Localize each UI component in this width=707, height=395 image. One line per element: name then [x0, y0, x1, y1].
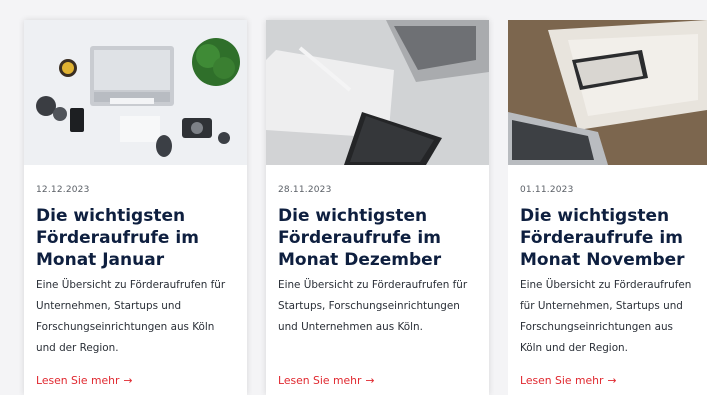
card-title[interactable]: Die wichtigsten Förderaufrufe im Monat N… — [520, 205, 695, 271]
card-date: 28.11.2023 — [278, 185, 332, 195]
news-card-list: 12.12.2023 Die wichtigsten Förderaufrufe… — [0, 0, 707, 395]
news-card[interactable]: 01.11.2023 Die wichtigsten Förderaufrufe… — [508, 20, 707, 395]
card-date: 01.11.2023 — [520, 185, 574, 195]
read-more-link[interactable]: Lesen Sie mehr → — [36, 374, 132, 387]
read-more-link[interactable]: Lesen Sie mehr → — [278, 374, 374, 387]
laptop-desk-image[interactable] — [24, 20, 247, 165]
card-excerpt: Eine Übersicht zu Förderaufrufen für Sta… — [278, 279, 468, 333]
read-more-label: Lesen Sie mehr — [520, 374, 604, 387]
card-excerpt: Eine Übersicht zu Förderaufrufen für Unt… — [36, 279, 226, 354]
news-card[interactable]: 28.11.2023 Die wichtigsten Förderaufrufe… — [266, 20, 489, 395]
laptop-desk-photo-icon — [24, 20, 247, 165]
news-card[interactable]: 12.12.2023 Die wichtigsten Förderaufrufe… — [24, 20, 247, 395]
card-title[interactable]: Die wichtigsten Förderaufrufe im Monat J… — [36, 205, 235, 271]
notebook-phone-image[interactable] — [266, 20, 489, 165]
arrow-right-icon: → — [123, 374, 133, 387]
card-excerpt: Eine Übersicht zu Förderaufrufen für Unt… — [520, 279, 692, 354]
read-more-label: Lesen Sie mehr — [278, 374, 362, 387]
read-more-link[interactable]: Lesen Sie mehr → — [520, 374, 616, 387]
arrow-right-icon: → — [365, 374, 375, 387]
notebook-phone-photo-icon — [266, 20, 489, 165]
read-more-label: Lesen Sie mehr — [36, 374, 120, 387]
card-date: 12.12.2023 — [36, 185, 90, 195]
laptop-phone-wood-photo-icon — [508, 20, 707, 165]
laptop-phone-wood-image[interactable] — [508, 20, 707, 165]
arrow-right-icon: → — [607, 374, 617, 387]
card-title[interactable]: Die wichtigsten Förderaufrufe im Monat D… — [278, 205, 477, 271]
